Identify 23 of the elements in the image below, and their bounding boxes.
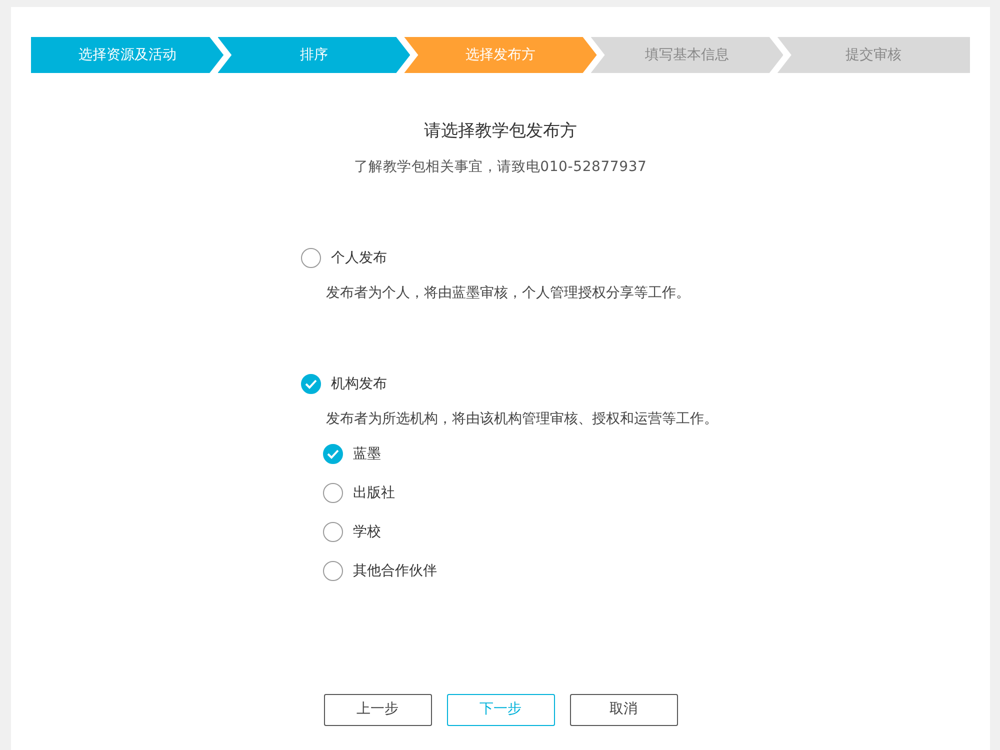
wizard-step: 提交审核 [777, 37, 970, 73]
option-label[interactable]: 机构发布 [331, 374, 387, 394]
option-label[interactable]: 学校 [353, 522, 381, 542]
step-button[interactable]: 取消 [570, 694, 678, 726]
checked-radio-icon[interactable] [323, 444, 343, 464]
checked-radio-icon[interactable] [301, 374, 321, 394]
wizard-step: 排序 [218, 37, 410, 73]
radio-button[interactable] [323, 561, 343, 581]
option-label[interactable]: 个人发布 [331, 248, 387, 268]
option-description: 发布者为个人，将由蓝墨审核，个人管理授权分享等工作。 [326, 284, 691, 302]
radio-button[interactable] [323, 483, 343, 503]
wizard-step: 选择发布方 [404, 37, 597, 73]
option-label[interactable]: 出版社 [353, 482, 395, 504]
option-label[interactable]: 其他合作伙伴 [353, 560, 437, 582]
option-label[interactable]: 蓝墨 [353, 444, 381, 464]
wizard-step: 选择资源及活动 [31, 37, 224, 73]
option-description: 发布者为所选机构，将由该机构管理审核、授权和运营等工作。 [326, 410, 719, 428]
radio-button[interactable] [301, 248, 321, 268]
page-heading: 请选择教学包发布方 [423, 120, 578, 143]
contact-note: 了解教学包相关事宜，请致电010-52877937 [353, 158, 648, 176]
radio-button[interactable] [323, 522, 343, 542]
step-button[interactable]: 上一步 [324, 694, 432, 726]
wizard-step: 填写基本信息 [590, 37, 784, 73]
